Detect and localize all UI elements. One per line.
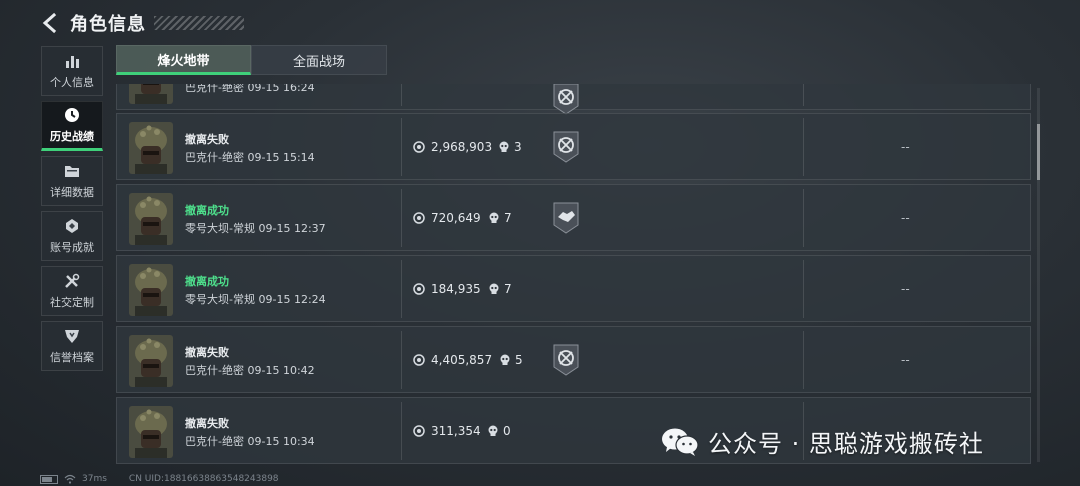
column-divider: [803, 331, 804, 389]
column-divider: [401, 260, 402, 318]
skull-icon: [488, 425, 498, 436]
sidebar-item-social[interactable]: 社交定制: [41, 266, 103, 316]
sidebar-item-label: 信誉档案: [50, 351, 94, 364]
column-divider: [803, 118, 804, 176]
skull-icon: [489, 283, 499, 294]
list-item[interactable]: 巴克什-绝密 09-15 16:24: [116, 84, 1031, 115]
sidebar-item-details[interactable]: 详细数据: [41, 156, 103, 206]
coin-icon: [413, 212, 425, 224]
user-uid: CN UID:18816638863548243898: [128, 474, 279, 484]
arrow-left-icon[interactable]: [40, 12, 62, 34]
column-divider: [401, 84, 402, 106]
tab-full-battlefield[interactable]: 全面战场: [251, 45, 387, 75]
page-header: 角色信息: [40, 8, 244, 38]
value-amount: 311,354: [431, 424, 481, 438]
wifi-icon: [64, 474, 76, 484]
sidebar-item-label: 个人信息: [50, 76, 94, 89]
extraction-result: 撤离失败: [185, 133, 229, 146]
map-time: 零号大坝-常规 09-15 12:24: [185, 293, 326, 306]
ping-value: 37ms: [82, 474, 107, 484]
skull-icon: [500, 354, 510, 365]
cross-target-icon: [551, 343, 581, 377]
kill-count: 7: [504, 211, 512, 225]
value-amount: 720,649: [431, 211, 481, 225]
bar-chart-icon: [63, 52, 81, 70]
cross-target-icon: [551, 130, 581, 164]
list-item[interactable]: 撤离失败 巴克什-绝密 09-15 15:14 2,968,903 3 --: [116, 113, 1031, 180]
sidebar-item-label: 详细数据: [50, 186, 94, 199]
coin-icon: [413, 354, 425, 366]
extraction-result: 撤离失败: [185, 346, 229, 359]
tools-icon: [63, 272, 81, 290]
value-amount: 4,405,857: [431, 353, 493, 367]
list-item[interactable]: 撤离成功 零号大坝-常规 09-15 12:24 184,935 7 --: [116, 255, 1031, 322]
wechat-icon: [662, 428, 699, 456]
page-title: 角色信息: [70, 14, 146, 35]
column-divider: [803, 189, 804, 247]
extra-value: --: [901, 282, 910, 296]
column-divider: [401, 331, 402, 389]
extra-value: --: [901, 211, 910, 225]
coin-icon: [413, 425, 425, 437]
avatar: [129, 264, 173, 316]
extraction-result: 撤离成功: [185, 275, 229, 288]
coin-icon: [413, 283, 425, 295]
column-divider: [803, 260, 804, 318]
match-history-list: 巴克什-绝密 09-15 16:24 撤离失败 巴克什-绝密 09-15 15:…: [116, 84, 1031, 464]
map-time: 巴克什-绝密 09-15 10:42: [185, 364, 315, 377]
extraction-result: 撤离成功: [185, 204, 229, 217]
reputation-shield-icon: [63, 327, 81, 345]
handshake-icon: [551, 201, 581, 235]
column-divider: [803, 84, 804, 106]
avatar: [129, 193, 173, 245]
avatar: [129, 84, 173, 104]
folder-icon: [63, 162, 81, 180]
kill-count: 7: [504, 282, 512, 296]
sidebar-item-profile[interactable]: 个人信息: [41, 46, 103, 96]
list-item[interactable]: 撤离失败 巴克什-绝密 09-15 10:42 4,405,857 5 --: [116, 326, 1031, 393]
watermark-text: 公众号 · 思聪游戏搬砖社: [708, 430, 984, 458]
kill-count: 0: [503, 424, 511, 438]
column-divider: [401, 118, 402, 176]
extraction-result: 撤离失败: [185, 417, 229, 430]
map-time: 巴克什-绝密 09-15 16:24: [185, 84, 315, 94]
map-time: 巴克什-绝密 09-15 15:14: [185, 151, 315, 164]
avatar: [129, 406, 173, 458]
map-time: 零号大坝-常规 09-15 12:37: [185, 222, 326, 235]
avatar: [129, 335, 173, 387]
sidebar-item-history[interactable]: 历史战绩: [41, 101, 103, 151]
sidebar: 个人信息 历史战绩 详细数据 账号成就 社交定制 信誉档案: [41, 46, 103, 376]
avatar: [129, 122, 173, 174]
value-amount: 184,935: [431, 282, 481, 296]
clock-history-icon: [63, 106, 81, 124]
extra-value: --: [901, 353, 910, 367]
status-bar: 37ms CN UID:18816638863548243898: [40, 472, 279, 486]
sidebar-item-label: 历史战绩: [50, 130, 94, 143]
achievement-medal-icon: [63, 217, 81, 235]
value-amount: 2,968,903: [431, 140, 493, 154]
skull-icon: [499, 141, 509, 152]
kill-count: 3: [514, 140, 522, 154]
cross-target-icon: [551, 84, 581, 116]
list-item[interactable]: 撤离成功 零号大坝-常规 09-15 12:37 720,649 7 --: [116, 184, 1031, 251]
mode-tabs: 烽火地带 全面战场: [116, 45, 387, 75]
column-divider: [401, 402, 402, 460]
sidebar-item-label: 账号成就: [50, 241, 94, 254]
tab-hazard-zone[interactable]: 烽火地带: [116, 45, 251, 75]
scrollbar-thumb[interactable]: [1037, 124, 1040, 180]
kill-count: 5: [515, 353, 523, 367]
sidebar-item-achievements[interactable]: 账号成就: [41, 211, 103, 261]
sidebar-item-label: 社交定制: [50, 296, 94, 309]
map-time: 巴克什-绝密 09-15 10:34: [185, 435, 315, 448]
extra-value: --: [901, 140, 910, 154]
coin-icon: [413, 141, 425, 153]
watermark: 公众号 · 思聪游戏搬砖社: [660, 424, 984, 459]
title-decoration: [154, 16, 244, 30]
battery-icon: [40, 474, 58, 484]
skull-icon: [489, 212, 499, 223]
sidebar-item-reputation[interactable]: 信誉档案: [41, 321, 103, 371]
column-divider: [401, 189, 402, 247]
